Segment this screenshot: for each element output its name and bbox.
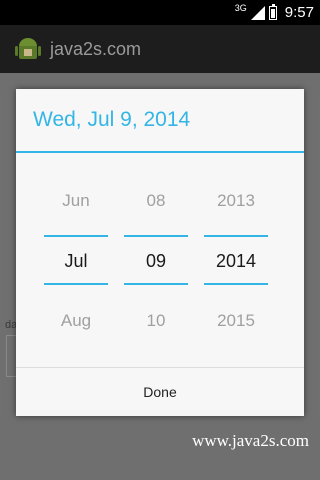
month-current[interactable]: Jul: [44, 251, 108, 272]
year-prev[interactable]: 2013: [204, 191, 268, 211]
month-next[interactable]: Aug: [44, 311, 108, 331]
signal-icon: [250, 5, 265, 20]
date-picker-dialog: Wed, Jul 9, 2014 Jun Jul Aug 08 09 10 20…: [16, 89, 304, 416]
done-button[interactable]: Done: [16, 367, 304, 416]
year-spinner[interactable]: 2013 2014 2015: [204, 153, 268, 367]
battery-icon: [268, 3, 277, 20]
year-divider-bottom: [204, 283, 268, 285]
year-next[interactable]: 2015: [204, 311, 268, 331]
dialog-title: Wed, Jul 9, 2014: [33, 108, 191, 131]
status-bar: 3G 9:57: [0, 0, 320, 25]
day-divider-top: [124, 235, 188, 237]
month-divider-top: [44, 235, 108, 237]
watermark: www.java2s.com: [192, 431, 309, 450]
app-bar: java2s.com: [0, 25, 320, 73]
year-current[interactable]: 2014: [204, 251, 268, 272]
day-divider-bottom: [124, 283, 188, 285]
android-icon: [15, 38, 41, 59]
done-label: Done: [143, 384, 177, 400]
year-divider-top: [204, 235, 268, 237]
day-prev[interactable]: 08: [124, 191, 188, 211]
day-spinner[interactable]: 08 09 10: [124, 153, 188, 367]
day-next[interactable]: 10: [124, 311, 188, 331]
status-icons: 3G 9:57: [235, 0, 314, 25]
date-picker: Jun Jul Aug 08 09 10 2013 2014 2015: [16, 153, 304, 367]
month-divider-bottom: [44, 283, 108, 285]
month-prev[interactable]: Jun: [44, 191, 108, 211]
month-spinner[interactable]: Jun Jul Aug: [44, 153, 108, 367]
clock: 9:57: [284, 4, 314, 21]
day-current[interactable]: 09: [124, 251, 188, 272]
dialog-header: Wed, Jul 9, 2014: [16, 89, 304, 153]
network-type: 3G: [234, 3, 247, 13]
app-title: java2s.com: [50, 38, 142, 59]
